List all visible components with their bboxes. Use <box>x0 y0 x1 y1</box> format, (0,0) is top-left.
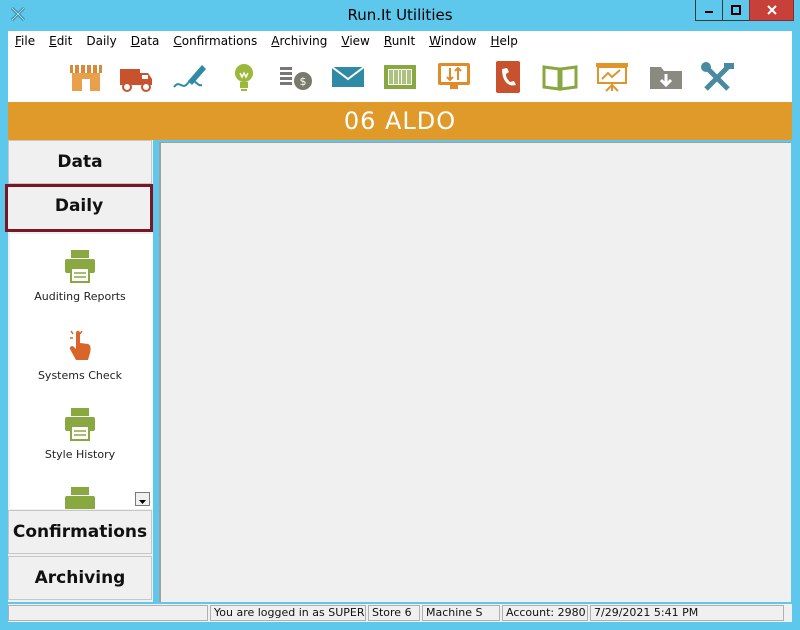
close-icon <box>766 5 777 15</box>
store-icon[interactable] <box>68 61 104 93</box>
menu-edit-rest: dit <box>56 34 73 48</box>
sidebar-confirmations-button[interactable]: Confirmations <box>8 510 152 554</box>
auditing-reports-label: Auditing Reports <box>34 290 126 303</box>
menu-help[interactable]: Help <box>483 34 524 48</box>
printer-icon <box>65 408 95 441</box>
status-empty <box>8 605 208 621</box>
menu-data-accel: D <box>130 34 140 48</box>
status-bar: You are logged in as SUPER Store 6 Machi… <box>8 604 792 622</box>
open-book-icon[interactable] <box>542 61 578 93</box>
menu-window-rest: indow <box>440 34 477 48</box>
lightbulb-icon[interactable] <box>226 61 262 93</box>
sidebar-daily-button[interactable]: Daily <box>5 184 153 232</box>
title-bar: Run.It Utilities <box>0 0 800 31</box>
menu-edit-accel: E <box>49 34 57 48</box>
menu-help-accel: H <box>490 34 500 48</box>
scroll-down-button[interactable] <box>135 492 150 506</box>
daily-panel: Auditing Reports Systems Check Style His… <box>10 234 153 509</box>
menu-view-rest: iew <box>349 34 370 48</box>
svg-text:$: $ <box>300 75 307 88</box>
maximize-button[interactable] <box>722 0 750 21</box>
menu-view[interactable]: View <box>334 34 376 48</box>
menu-daily[interactable]: Daily <box>79 34 123 48</box>
chevron-down-icon <box>139 500 146 504</box>
menu-archiving-accel: A <box>271 34 280 48</box>
menu-file-rest: ile <box>21 34 36 48</box>
menu-file[interactable]: File <box>8 34 42 48</box>
printer-icon <box>65 487 95 509</box>
menu-edit[interactable]: Edit <box>42 34 79 48</box>
money-icon[interactable]: $ <box>278 61 314 93</box>
style-history-label: Style History <box>44 448 116 461</box>
hand-pointer-icon <box>69 330 91 360</box>
printer-icon <box>65 250 95 283</box>
main-content-area <box>159 142 791 602</box>
menu-confirmations[interactable]: Confirmations <box>166 34 264 48</box>
menu-daily-label: Daily <box>86 34 117 48</box>
sidebar-data-button[interactable]: Data <box>8 140 152 184</box>
store-banner: 06 ALDO <box>8 102 792 140</box>
menu-bar: File Edit Daily Data Confirmations Archi… <box>8 31 792 51</box>
auditing-reports-item[interactable]: Auditing Reports <box>10 248 150 303</box>
menu-data[interactable]: Data <box>124 34 167 48</box>
menu-window-accel: W <box>429 34 441 48</box>
maximize-icon <box>731 5 741 15</box>
status-user: You are logged in as SUPER <box>210 605 366 621</box>
close-button[interactable] <box>749 0 794 21</box>
toolbar: $ <box>8 51 792 102</box>
minimize-button[interactable] <box>695 0 723 21</box>
menu-data-rest: ata <box>139 34 160 48</box>
tools-icon[interactable] <box>700 61 736 93</box>
status-account: Account: 2980 <box>502 605 588 621</box>
menu-archiving-rest: rchiving <box>279 34 328 48</box>
status-machine: Machine S <box>422 605 500 621</box>
partial-item[interactable] <box>10 485 150 509</box>
menu-runit[interactable]: RunIt <box>377 34 422 48</box>
truck-icon[interactable] <box>118 61 154 93</box>
barcode-icon[interactable] <box>382 61 418 93</box>
sidebar-archiving-button[interactable]: Archiving <box>8 556 152 600</box>
app-window: Run.It Utilities File Edit Daily Data Co… <box>0 0 800 630</box>
style-history-item[interactable]: Style History <box>10 406 150 461</box>
sidebar: Data Daily Auditing Reports Systems Chec… <box>5 140 153 602</box>
menu-help-rest: elp <box>499 34 518 48</box>
status-datetime: 7/29/2021 5:41 PM <box>590 605 784 621</box>
status-store: Store 6 <box>368 605 420 621</box>
minimize-icon <box>705 11 713 13</box>
menu-runit-accel: R <box>383 34 392 48</box>
download-folder-icon[interactable] <box>648 61 684 93</box>
systems-check-label: Systems Check <box>37 369 123 382</box>
menu-window[interactable]: Window <box>422 34 483 48</box>
mail-icon[interactable] <box>330 61 366 93</box>
monitor-transfer-icon[interactable] <box>436 61 472 93</box>
menu-confirmations-rest: onfirmations <box>181 34 258 48</box>
presentation-icon[interactable] <box>594 61 630 93</box>
systems-check-item[interactable]: Systems Check <box>10 327 150 382</box>
menu-confirmations-accel: C <box>173 34 182 48</box>
window-title: Run.It Utilities <box>347 6 453 24</box>
menu-runit-rest: unIt <box>391 34 416 48</box>
menu-archiving[interactable]: Archiving <box>264 34 334 48</box>
signature-icon[interactable] <box>172 61 208 93</box>
phone-book-icon[interactable] <box>490 61 526 93</box>
